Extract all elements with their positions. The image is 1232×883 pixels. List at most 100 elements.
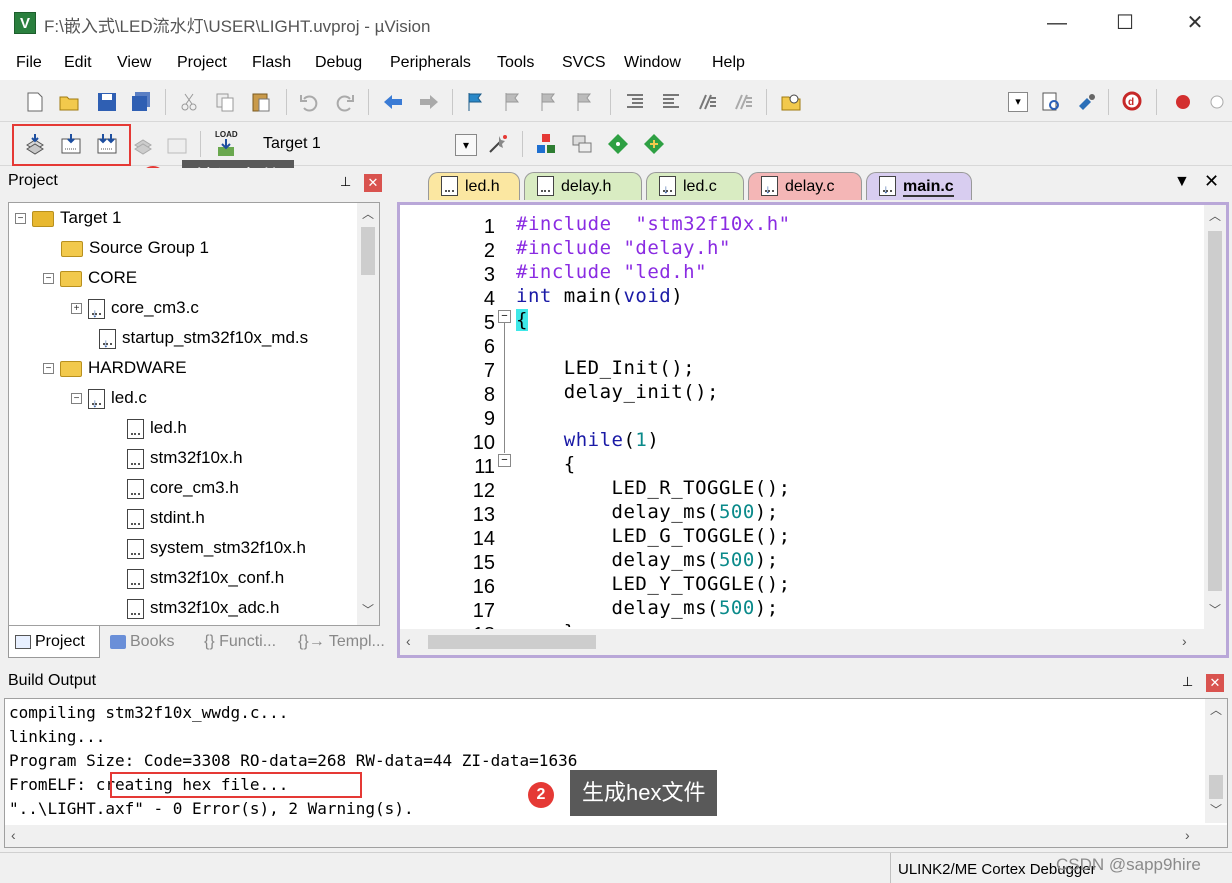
code-editor[interactable]: 123456789101112131415161718 #include "st… — [397, 202, 1229, 658]
code-line[interactable]: } — [516, 620, 576, 627]
scroll-down-icon[interactable]: ﹀ — [1204, 601, 1226, 618]
close-button[interactable]: ✕ — [1172, 8, 1218, 38]
editor-vscrollbar[interactable]: ︿ ﹀ — [1204, 205, 1226, 629]
menu-flash[interactable]: Flash — [252, 54, 291, 72]
tree-item-adc-h[interactable]: stm32f10x_adc.h — [127, 593, 279, 623]
code-line[interactable]: #include "delay.h" — [516, 236, 731, 260]
redo-icon[interactable] — [334, 91, 356, 113]
fold-while-icon[interactable]: − — [498, 454, 511, 467]
find-in-files-icon[interactable] — [780, 91, 802, 113]
scroll-left-icon[interactable]: ‹ — [11, 827, 16, 843]
code-line[interactable]: LED_G_TOGGLE(); — [516, 524, 791, 548]
paste-icon[interactable] — [250, 91, 272, 113]
indent-icon[interactable] — [624, 91, 646, 113]
debug-session-icon[interactable]: d — [1122, 91, 1144, 113]
tree-item-led-h[interactable]: led.h — [127, 413, 187, 443]
collapse-icon[interactable]: − — [15, 213, 26, 225]
menu-svcs[interactable]: SVCS — [562, 54, 606, 72]
scroll-right-icon[interactable]: › — [1185, 827, 1190, 843]
tree-item-core-cm3-c[interactable]: +core_cm3.c — [71, 293, 199, 328]
tree-item-target[interactable]: − Target 1 — [15, 203, 121, 233]
next-bookmark-icon[interactable] — [538, 91, 560, 113]
find-icon[interactable] — [1040, 91, 1062, 113]
tree-item-stm32f10x-h[interactable]: stm32f10x.h — [127, 443, 243, 473]
tree-item-stdint-h[interactable]: stdint.h — [127, 503, 205, 533]
tree-item-system-h[interactable]: system_stm32f10x.h — [127, 533, 306, 563]
manage-components-icon[interactable] — [535, 133, 557, 155]
code-area[interactable]: #include "stm32f10x.h" #include "delay.h"… — [400, 205, 1206, 627]
open-folder-icon[interactable] — [58, 91, 80, 113]
tree-item-source-group[interactable]: Source Group 1 — [61, 233, 209, 263]
menu-view[interactable]: View — [117, 54, 151, 72]
comment-icon[interactable] — [696, 91, 718, 113]
batch-build-icon[interactable] — [132, 133, 154, 155]
code-line[interactable]: { — [516, 308, 528, 332]
editor-tab-delay-c[interactable]: delay.c — [748, 172, 862, 203]
save-all-icon[interactable] — [130, 91, 152, 113]
output-hscrollbar[interactable]: ‹ › — [5, 825, 1227, 847]
uncomment-icon[interactable] — [732, 91, 754, 113]
tab-functions[interactable]: {} Functi... — [204, 626, 276, 658]
target-dropdown-button[interactable]: ▾ — [455, 134, 477, 156]
collapse-icon[interactable]: − — [71, 393, 82, 405]
build-output-close-button[interactable]: ✕ — [1206, 674, 1224, 692]
stop-build-icon[interactable] — [166, 133, 188, 155]
menu-window[interactable]: Window — [624, 54, 681, 72]
save-icon[interactable] — [96, 91, 118, 113]
tree-item-conf-h[interactable]: stm32f10x_conf.h — [127, 563, 284, 593]
menu-project[interactable]: Project — [177, 54, 227, 72]
code-line[interactable]: #include "stm32f10x.h" — [516, 212, 791, 236]
code-line[interactable]: #include "led.h" — [516, 260, 707, 284]
nav-back-icon[interactable] — [382, 91, 404, 113]
scroll-right-icon[interactable]: › — [1182, 633, 1187, 649]
tab-books[interactable]: Books — [106, 626, 174, 658]
project-tree-scrollbar[interactable]: ︿ ﹀ — [357, 203, 379, 625]
find-dropdown[interactable]: ▾ — [1008, 92, 1028, 112]
output-vscrollbar[interactable]: ︿ ﹀ — [1205, 699, 1227, 823]
scroll-up-icon[interactable]: ︿ — [1204, 207, 1226, 224]
nav-forward-icon[interactable] — [418, 91, 440, 113]
disable-breakpoint-icon[interactable] — [1206, 91, 1228, 113]
editor-tab-main-c[interactable]: main.c — [866, 172, 972, 203]
code-line[interactable]: delay_ms(500); — [516, 548, 779, 572]
tree-item-led-c[interactable]: −led.c — [71, 383, 147, 418]
code-line[interactable]: { — [516, 452, 576, 476]
code-line[interactable]: LED_Y_TOGGLE(); — [516, 572, 791, 596]
editor-tab-delay-h[interactable]: delay.h — [524, 172, 642, 200]
scroll-thumb[interactable] — [1209, 775, 1223, 799]
undo-icon[interactable] — [298, 91, 320, 113]
expand-icon[interactable]: + — [71, 303, 82, 315]
editor-hscrollbar[interactable]: ‹ › — [400, 629, 1226, 655]
collapse-icon[interactable]: − — [43, 273, 54, 285]
select-packs-icon[interactable] — [643, 133, 665, 155]
menu-tools[interactable]: Tools — [497, 54, 534, 72]
menu-file[interactable]: File — [16, 54, 42, 72]
prev-bookmark-icon[interactable] — [502, 91, 524, 113]
code-line[interactable]: int main(void) — [516, 284, 683, 308]
code-line[interactable]: LED_R_TOGGLE(); — [516, 476, 791, 500]
scroll-up-icon[interactable]: ︿ — [1205, 701, 1227, 718]
menu-peripherals[interactable]: Peripherals — [390, 54, 471, 72]
fold-main-icon[interactable]: − — [498, 310, 511, 323]
code-line[interactable]: while(1) — [516, 428, 659, 452]
tab-project[interactable]: Project — [8, 626, 100, 658]
tree-item-startup[interactable]: startup_stm32f10x_md.s — [99, 323, 308, 358]
tree-item-core-cm3-h[interactable]: core_cm3.h — [127, 473, 239, 503]
pin-icon[interactable]: ⊥ — [1182, 674, 1193, 690]
download-flash-icon[interactable]: LOAD — [212, 129, 240, 159]
code-line[interactable]: LED_Init(); — [516, 356, 695, 380]
new-file-icon[interactable] — [24, 91, 46, 113]
editor-tab-led-c[interactable]: led.c — [646, 172, 744, 203]
tree-item-core[interactable]: − CORE — [43, 263, 137, 293]
minimize-button[interactable]: — — [1034, 8, 1080, 38]
clear-bookmarks-icon[interactable] — [574, 91, 596, 113]
menu-help[interactable]: Help — [712, 54, 745, 72]
code-line[interactable]: delay_ms(500); — [516, 500, 779, 524]
collapse-icon[interactable]: − — [43, 363, 54, 375]
code-line[interactable]: delay_init(); — [516, 380, 719, 404]
tab-templates[interactable]: {}→ Templ... — [298, 626, 385, 658]
cut-icon[interactable] — [178, 91, 200, 113]
target-select-value[interactable]: Target 1 — [263, 135, 321, 153]
target-options-icon[interactable] — [487, 133, 509, 155]
close-editor-icon[interactable]: ✕ — [1204, 171, 1219, 192]
